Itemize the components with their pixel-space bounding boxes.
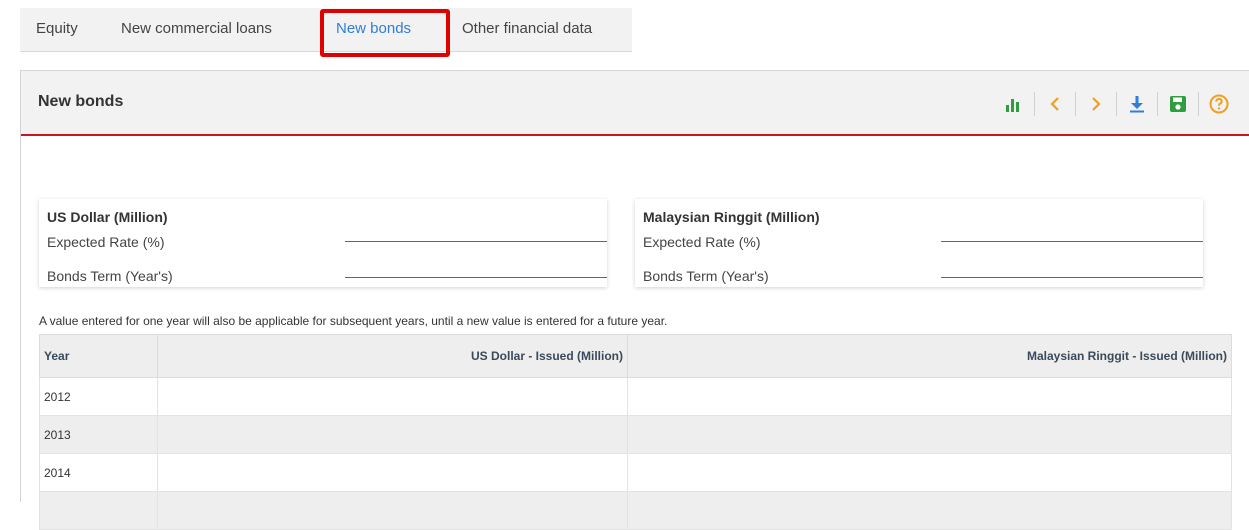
bonds-table: Year US Dollar - Issued (Million) Malays… — [39, 334, 1232, 530]
download-icon — [1130, 96, 1144, 113]
new-bonds-panel: New bonds US Dollar (Million) Expected R… — [20, 70, 1249, 530]
usd-bonds-term-input[interactable] — [345, 254, 607, 278]
panel-toolbar — [994, 89, 1239, 119]
myr-expected-rate-label: Expected Rate (%) — [643, 234, 761, 250]
help-icon — [1209, 94, 1229, 114]
myr-issued-cell[interactable] — [627, 377, 1232, 416]
carry-forward-note: A value entered for one year will also b… — [39, 314, 668, 328]
table-row: 2012 — [39, 377, 1232, 416]
next-button[interactable] — [1076, 90, 1116, 118]
column-header-usd-issued: US Dollar - Issued (Million) — [157, 334, 628, 378]
usd-issued-cell[interactable] — [157, 453, 628, 492]
tab-new-bonds[interactable]: New bonds — [336, 8, 411, 52]
chevron-left-icon — [1050, 97, 1059, 111]
table-row: 2013 — [39, 415, 1232, 454]
bar-chart-icon — [1006, 99, 1019, 112]
myr-issued-cell[interactable] — [627, 453, 1232, 492]
column-header-myr-issued: Malaysian Ringgit - Issued (Million) — [627, 334, 1232, 378]
myr-issued-cell[interactable] — [627, 415, 1232, 454]
table-row — [39, 491, 1232, 530]
table-row: 2014 — [39, 453, 1232, 492]
year-cell — [39, 491, 158, 530]
chevron-right-icon — [1092, 97, 1101, 111]
usd-expected-rate-input[interactable] — [345, 218, 607, 242]
panel-title: New bonds — [38, 93, 124, 110]
tab-bar: Equity New commercial loans New bonds Ot… — [20, 8, 632, 52]
myr-settings-card: Malaysian Ringgit (Million) Expected Rat… — [635, 199, 1203, 287]
card-title-usd: US Dollar (Million) — [47, 209, 168, 225]
usd-issued-cell[interactable] — [157, 415, 628, 454]
chart-button[interactable] — [994, 90, 1034, 118]
tab-new-commercial-loans[interactable]: New commercial loans — [121, 8, 272, 52]
myr-bonds-term-label: Bonds Term (Year's) — [643, 268, 769, 284]
save-icon — [1170, 96, 1186, 112]
usd-issued-cell[interactable] — [157, 491, 628, 530]
usd-bonds-term-label: Bonds Term (Year's) — [47, 268, 173, 284]
year-cell: 2012 — [39, 377, 158, 416]
usd-issued-cell[interactable] — [157, 377, 628, 416]
panel-header: New bonds — [21, 71, 1249, 136]
tab-equity[interactable]: Equity — [36, 8, 78, 52]
column-header-year: Year — [39, 334, 158, 378]
year-cell: 2014 — [39, 453, 158, 492]
tab-other-financial-data[interactable]: Other financial data — [462, 8, 592, 52]
table-header-row: Year US Dollar - Issued (Million) Malays… — [39, 334, 1232, 378]
card-title-myr: Malaysian Ringgit (Million) — [643, 209, 820, 225]
year-cell: 2013 — [39, 415, 158, 454]
previous-button[interactable] — [1035, 90, 1075, 118]
myr-bonds-term-input[interactable] — [941, 254, 1203, 278]
usd-expected-rate-label: Expected Rate (%) — [47, 234, 165, 250]
help-button[interactable] — [1199, 90, 1239, 118]
myr-issued-cell[interactable] — [627, 491, 1232, 530]
save-button[interactable] — [1158, 90, 1198, 118]
download-button[interactable] — [1117, 90, 1157, 118]
myr-expected-rate-input[interactable] — [941, 218, 1203, 242]
usd-settings-card: US Dollar (Million) Expected Rate (%) Bo… — [39, 199, 607, 287]
